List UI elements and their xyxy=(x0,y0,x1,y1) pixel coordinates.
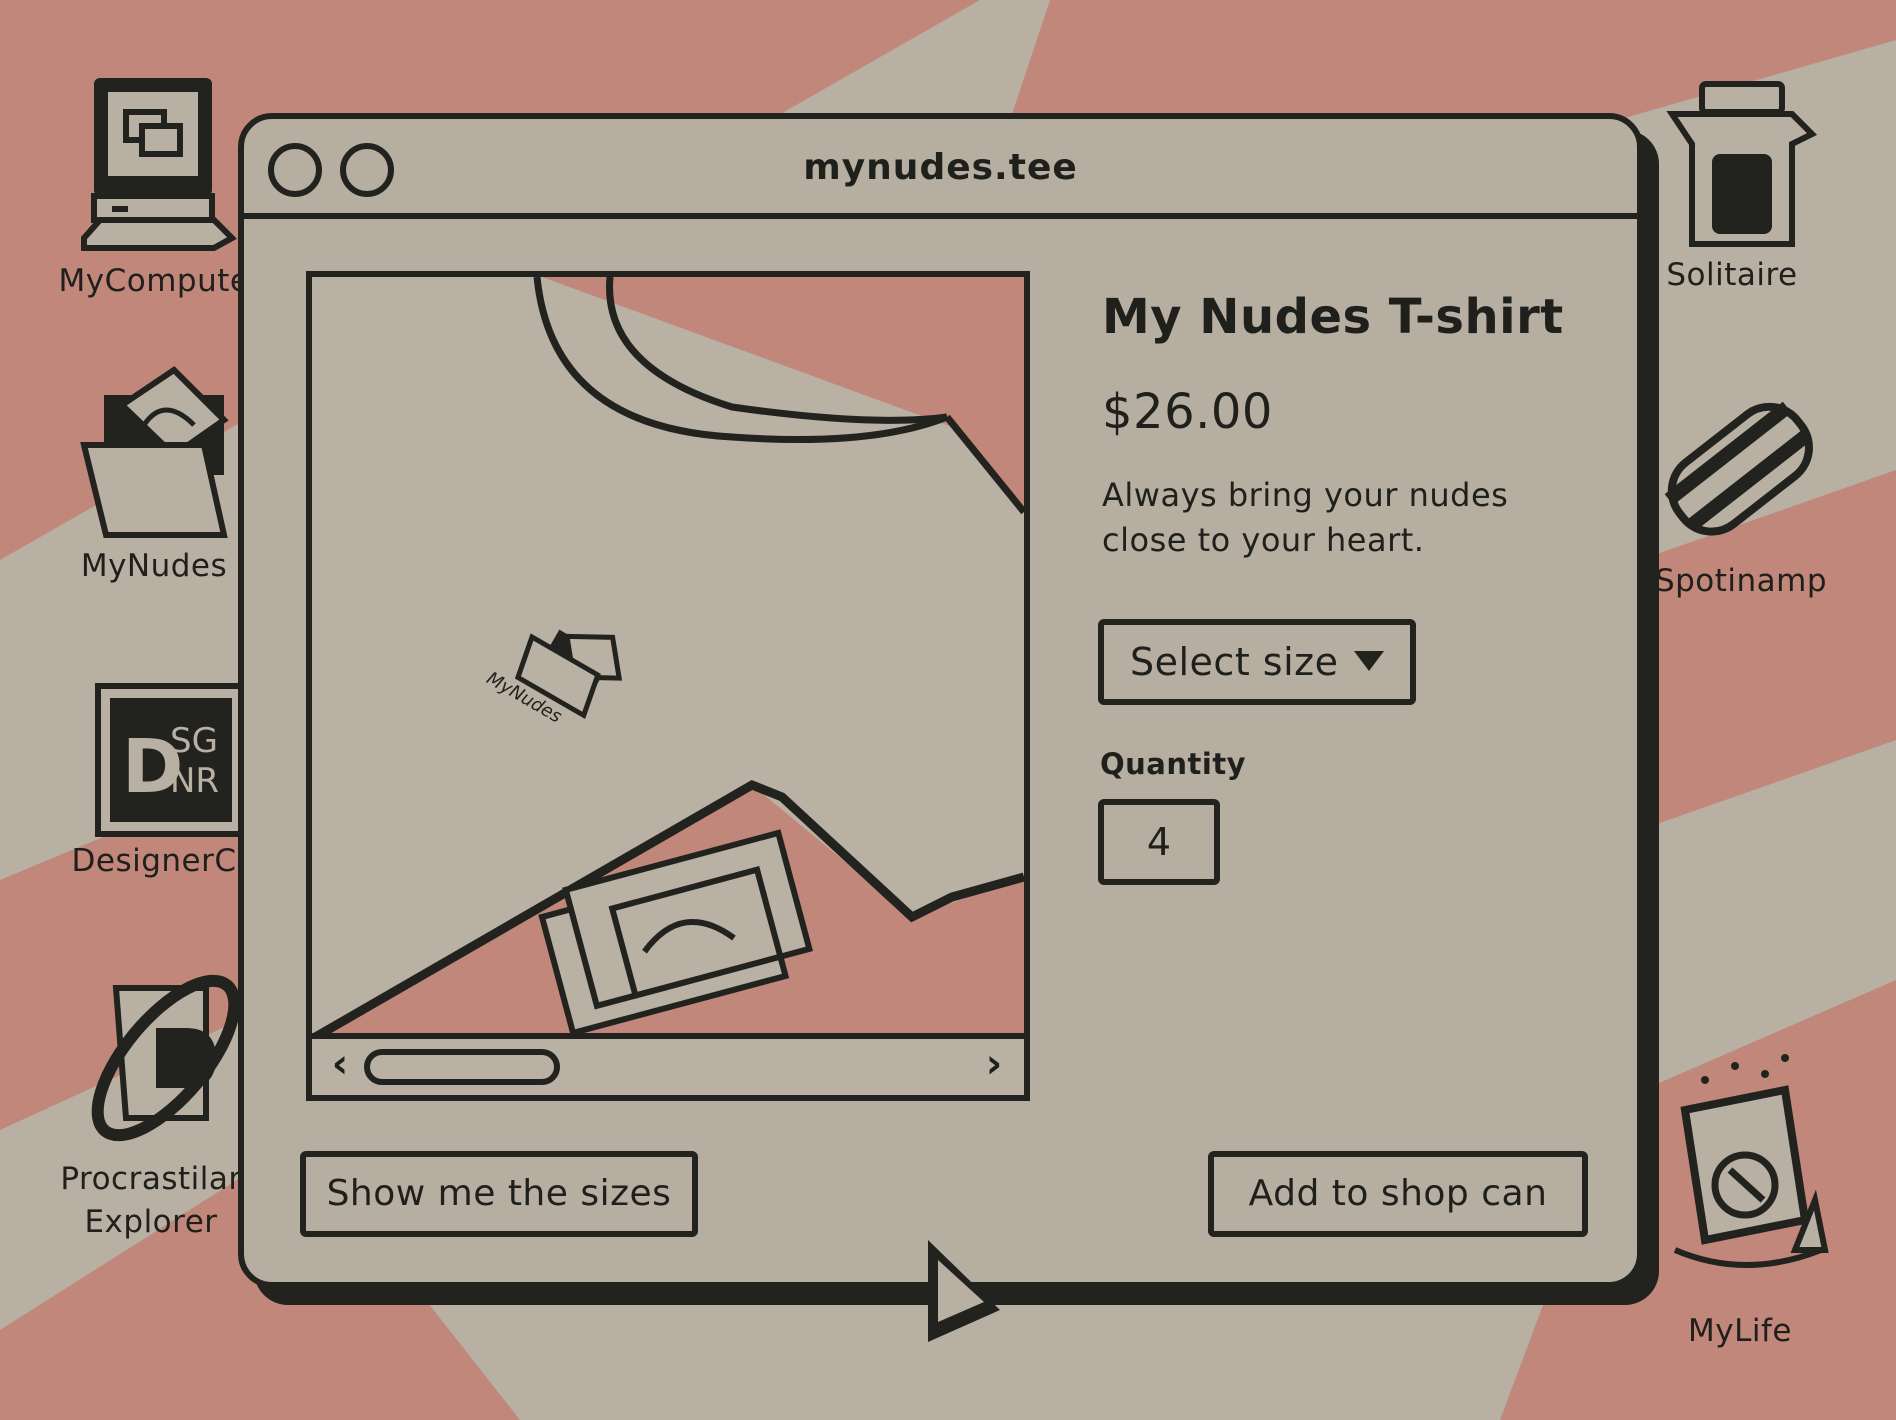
svg-text:SG: SG xyxy=(170,721,218,761)
desktop-icon-label: Spotinamp xyxy=(1654,563,1828,599)
quantity-label: Quantity xyxy=(1100,747,1247,781)
desktop-icon-label: Explorer xyxy=(84,1204,218,1241)
desktop-icon-procrastilar[interactable]: Procrastilar Explorer xyxy=(46,958,256,1245)
desktop-icon-designer[interactable]: D SG NR DesignerC xyxy=(54,680,254,883)
browser-icon xyxy=(91,974,241,1142)
caret-down-icon xyxy=(1354,651,1384,671)
chevron-right-icon[interactable]: › xyxy=(974,1044,1014,1085)
svg-text:NR: NR xyxy=(170,761,219,801)
scrollbar-thumb[interactable] xyxy=(364,1049,560,1085)
folder-icon xyxy=(80,366,229,538)
product-gallery: MyNudes ‹ › xyxy=(306,271,1030,1101)
desktop-icon-label: MyCompute xyxy=(58,263,250,299)
desktop-icon-mynudes[interactable]: MyNudes xyxy=(54,365,254,588)
show-sizes-button[interactable]: Show me the sizes xyxy=(300,1151,698,1237)
quantity-input[interactable]: 4 xyxy=(1098,799,1220,885)
computer-icon xyxy=(81,78,237,251)
window-title: mynudes.tee xyxy=(803,147,1078,188)
window-titlebar[interactable]: mynudes.tee xyxy=(244,119,1637,219)
desktop-icon-mylife[interactable]: MyLife xyxy=(1640,1050,1840,1353)
desktop-icon-label: MyLife xyxy=(1688,1313,1792,1349)
tshirt-product-image: MyNudes xyxy=(312,277,1024,1039)
desktop-icon-label: Procrastilar xyxy=(60,1161,242,1197)
music-icon xyxy=(1664,401,1813,536)
desktop-icon-spotinamp[interactable]: Spotinamp xyxy=(1636,380,1846,603)
size-select[interactable]: Select size xyxy=(1098,619,1416,705)
product-title: My Nudes T-shirt xyxy=(1102,289,1564,345)
gallery-scrollbar[interactable]: ‹ › xyxy=(312,1033,1024,1095)
desktop-icon-label: Solitaire xyxy=(1666,257,1798,293)
dsgnr-icon: D SG NR xyxy=(95,683,244,837)
mouse-pointer-icon xyxy=(928,1240,1000,1342)
product-window: mynudes.tee MyNudes ‹ › My Nudes T-shirt… xyxy=(238,113,1643,1288)
product-description: Always bring your nudes close to your he… xyxy=(1102,476,1509,559)
chevron-left-icon[interactable]: ‹ xyxy=(320,1044,360,1085)
add-to-cart-button[interactable]: Add to shop can xyxy=(1208,1151,1588,1237)
trash-icon xyxy=(1673,1054,1829,1268)
desktop-icon-label: DesignerC xyxy=(71,843,237,879)
desktop-icon-mycomputer[interactable]: MyCompute xyxy=(54,70,254,303)
cards-icon xyxy=(1666,81,1818,247)
desktop-icon-solitaire[interactable]: Solitaire xyxy=(1632,74,1832,297)
size-select-label: Select size xyxy=(1130,640,1339,684)
product-price: $26.00 xyxy=(1102,384,1273,440)
desktop-icon-label: MyNudes xyxy=(80,548,228,584)
